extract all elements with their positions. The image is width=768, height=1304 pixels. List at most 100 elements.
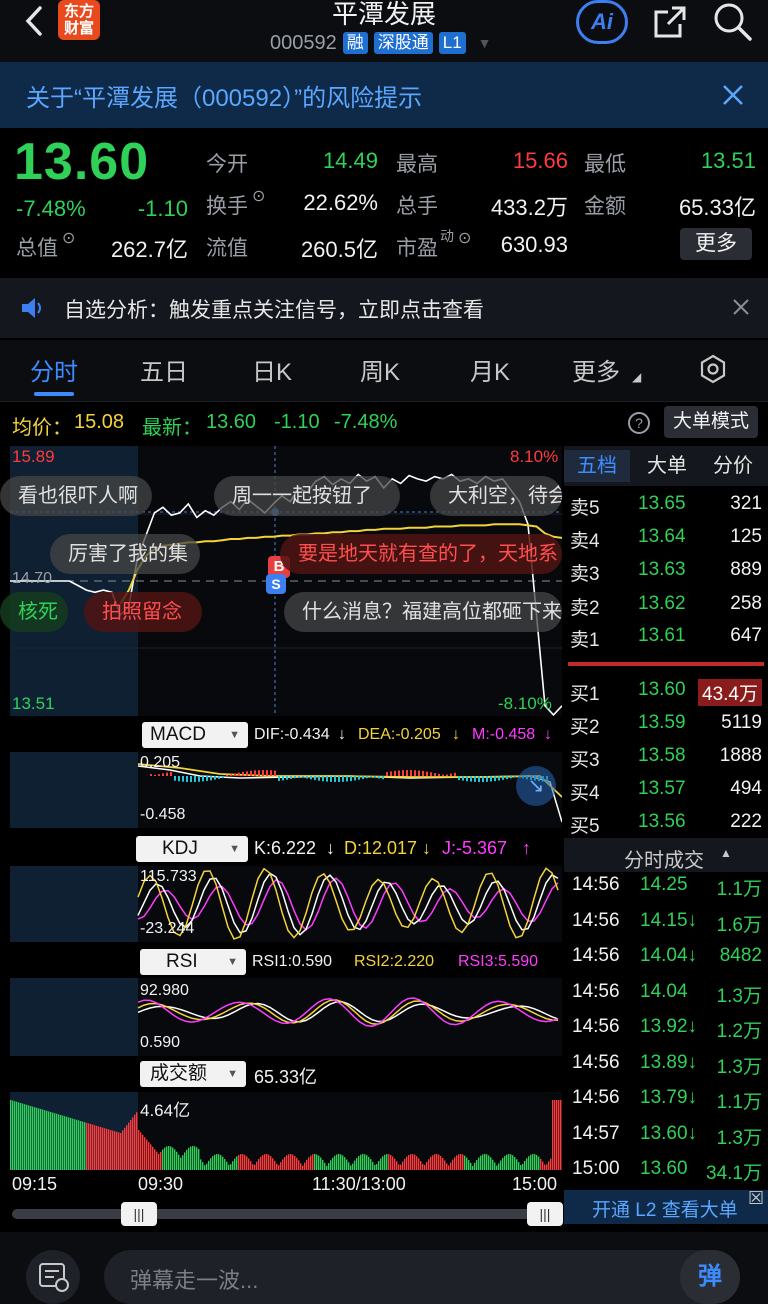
macd-chart[interactable]: 0.205 -0.458 ↘ [10,752,562,828]
volume-bar [332,1157,334,1170]
tab-active-indicator [34,392,74,396]
info-icon[interactable]: ⊙ [252,186,265,206]
danmu-toggle-icon[interactable] [26,1250,80,1304]
send-danmu-button[interactable]: 弹 [680,1250,740,1304]
tab-monthly-k[interactable]: 月K [470,352,510,387]
ask-row[interactable]: 卖4 13.64 125 [566,521,768,554]
trade-volume: 1.2万 [716,1021,762,1042]
close-icon[interactable] [732,298,750,316]
volume-bar [184,1152,186,1170]
big-order-mode-button[interactable]: 大单模式 [664,406,758,438]
tab-more[interactable]: 更多 [572,352,620,387]
trade-price: 14.25 [640,874,688,895]
bid-row[interactable]: 买2 13.59 5119 [566,707,768,740]
volume-bar [420,1160,422,1170]
help-icon[interactable]: ? [628,412,650,434]
danmu-bubble[interactable]: 什么消息？福建高位都砸下来 [284,592,562,632]
kdj-k-arrow: ↓ [326,838,335,858]
axis-top-pct: 8.10% [510,447,559,466]
volume-bar [234,1158,236,1170]
share-icon[interactable] [650,2,690,42]
danmu-input[interactable]: 弹幕走一波... [104,1250,740,1304]
volume-bar [262,1155,264,1170]
bid-row[interactable]: 买5 13.56 222 [566,806,768,839]
zoom-slider-right-handle[interactable]: ||| [527,1202,563,1226]
volume-bar [520,1165,522,1170]
volume-bar [282,1159,284,1170]
book-tab-level5[interactable]: 五档 [564,450,630,482]
ask-row[interactable]: 卖1 13.61 647 [566,620,768,653]
close-icon[interactable]: ☒ [748,1188,764,1209]
macd-dif-line [137,765,562,823]
volume-bar [338,1154,340,1170]
volume-selector[interactable]: 成交额 ▼ [140,1061,246,1087]
volume-bar [176,1151,178,1170]
trade-time: 14:56 [572,981,620,1002]
tab-weekly-k[interactable]: 周K [360,352,400,387]
sell-marker-icon[interactable]: S [266,574,286,594]
danmu-bubble[interactable]: 大利空，待会 [430,476,562,516]
volume-bar [550,1158,552,1170]
latest-value: 13.60 [206,411,257,433]
chevron-down-icon: ▼ [229,729,240,741]
volume-bar [318,1155,320,1170]
volume-bar [406,1156,408,1170]
volume-bar [130,1120,132,1170]
ask-row[interactable]: 卖5 13.65 321 [566,488,768,521]
volume-bar [44,1110,46,1170]
rsi-selector[interactable]: RSI ▼ [140,949,246,975]
trades-header[interactable]: 分时成交 ▲ [564,838,768,872]
back-icon[interactable] [20,4,50,38]
volume-chart[interactable]: 4.64亿 [10,1092,562,1170]
danmu-bubble[interactable]: 看也很吓人啊 [0,476,152,516]
macd-bar [170,771,172,776]
tab-intraday[interactable]: 分时 [30,352,78,387]
bid-row[interactable]: 买1 13.60 43.4万 [566,674,768,707]
rsi-chart[interactable]: 92.980 0.590 [10,978,562,1056]
price-chart[interactable]: 15.89 8.10% 14.70 13.51 -8.10% B S 看也很吓人… [0,446,562,716]
l2-upgrade-banner[interactable]: 开通 L2 查看大单 ☒ [564,1188,768,1224]
macd-bar [418,770,420,776]
zoom-slider-left-handle[interactable]: ||| [121,1202,157,1226]
info-icon[interactable]: ⊙ [62,228,75,248]
danmu-bubble[interactable]: 周一一起按钮了 [214,476,400,516]
volume-bar [74,1119,76,1170]
zoom-slider-track[interactable] [12,1209,560,1219]
bid-label: 买1 [570,684,600,705]
volume-bar [12,1100,14,1170]
ai-button[interactable]: Ai [576,0,628,44]
book-tab-price-dist[interactable]: 分价 [700,450,766,482]
tab-five-day[interactable]: 五日 [140,352,188,387]
tab-daily-k[interactable]: 日K [252,352,292,387]
info-icon[interactable]: ⊙ [458,228,471,248]
close-icon[interactable] [720,82,746,108]
rsi-selector-label: RSI [166,951,198,972]
avg-label: 均价： [12,417,72,439]
volume-bar [560,1100,562,1170]
settings-icon[interactable] [698,354,728,384]
danmu-bubble[interactable]: 要是地天就有查的了，天地系 [280,534,562,574]
volume-bar [78,1120,80,1170]
bid-row[interactable]: 买4 13.57 494 [566,773,768,806]
bid-row[interactable]: 买3 13.58 1888 [566,740,768,773]
search-icon[interactable] [710,0,754,44]
fullscreen-icon[interactable]: ↘ [516,766,556,806]
volume-bar [286,1155,288,1170]
more-button[interactable]: 更多 [680,228,752,260]
stock-name: 平潭发展 [331,0,436,29]
chevron-down-icon[interactable]: ▼ [478,35,492,51]
risk-banner[interactable]: 关于“平潭发展（000592）”的风险提示 [0,62,768,128]
danmu-bubble[interactable]: 核死 [0,592,68,632]
tag-connect: 深股通 [373,32,433,54]
danmu-bubble[interactable]: 厉害了我的集 [50,534,200,574]
signal-bar[interactable]: 自选分析：触发重点关注信号，立即点击查看 [0,278,768,338]
ask-row[interactable]: 卖2 13.62 258 [566,588,768,621]
volume-bar [482,1154,484,1170]
danmu-bubble[interactable]: 拍照留念 [84,592,202,632]
ask-row[interactable]: 卖3 13.63 889 [566,554,768,587]
kdj-selector[interactable]: KDJ ▼ [136,836,248,862]
open-value: 14.49 [322,148,378,173]
book-tab-big-order[interactable]: 大单 [634,450,700,482]
kdj-chart[interactable]: 115.733 -23.244 [10,866,562,942]
macd-selector[interactable]: MACD ▼ [142,722,248,748]
